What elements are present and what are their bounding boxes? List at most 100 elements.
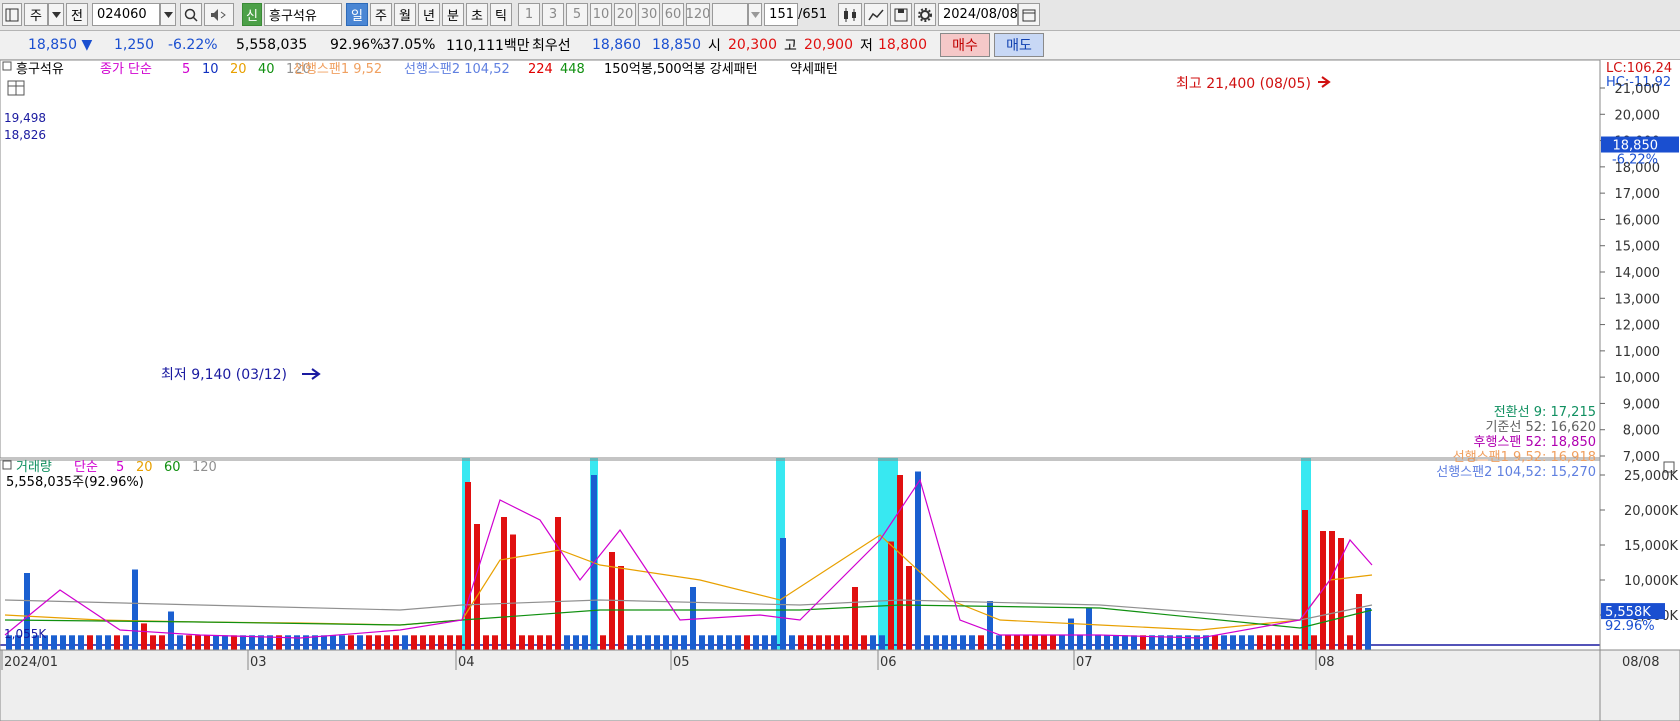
prev-label: 전: [71, 9, 83, 24]
price-tick-label: 16,000: [1615, 213, 1661, 228]
volume-bar: [393, 635, 399, 650]
interval-3-button[interactable]: 3: [542, 3, 564, 26]
chevron-down-icon[interactable]: [160, 3, 176, 26]
volume-legend-ma-60: 60: [164, 460, 181, 475]
volume-tick-label: 10,000K: [1624, 574, 1678, 589]
volume-bar: [618, 566, 624, 650]
period-minute-button[interactable]: 분: [442, 3, 464, 26]
price-tick-label: 12,000: [1615, 319, 1661, 334]
search-icon[interactable]: [180, 3, 202, 26]
interval-30-button[interactable]: 30: [638, 3, 660, 26]
line-chart-icon[interactable]: [864, 3, 888, 26]
chevron-down-icon[interactable]: [48, 3, 64, 26]
volume-legend-ma-5: 5: [116, 460, 124, 475]
period-year-button[interactable]: 년: [418, 3, 440, 26]
save-icon[interactable]: [890, 3, 912, 26]
price-change-pct: -6.22%: [168, 37, 218, 53]
volume-bar: [1248, 635, 1254, 650]
ichimoku-label: 후행스팬 52: 18,850: [1473, 434, 1596, 450]
candle-icon[interactable]: [838, 3, 862, 26]
volume-bar: [96, 635, 102, 650]
interval-120-button[interactable]: 120: [686, 3, 710, 26]
volume-bar: [78, 635, 84, 650]
volume-bar: [1095, 635, 1101, 650]
volume-bar: [1140, 635, 1146, 650]
volume-bar: [951, 635, 957, 650]
volume-bar: [708, 635, 714, 650]
chevron-down-icon[interactable]: [748, 3, 762, 26]
period-day-button[interactable]: 일: [346, 3, 368, 26]
turnover-rate: 37.05%: [382, 37, 436, 53]
volume-bar: [1239, 635, 1245, 650]
volume-value: 5,558,035: [236, 37, 308, 53]
volume-bar: [816, 635, 822, 650]
volume-bar: [798, 635, 804, 650]
interval-10-button[interactable]: 10: [590, 3, 612, 26]
volume-bar: [573, 635, 579, 650]
volume-bar: [132, 569, 138, 650]
x-axis-label: 08: [1318, 655, 1335, 670]
interval-5-button[interactable]: 5: [566, 3, 588, 26]
sell-button[interactable]: 매도: [994, 33, 1044, 57]
period-month-button[interactable]: 월: [394, 3, 416, 26]
volume-bar: [1311, 635, 1317, 650]
best-quote-label: 최우선: [532, 38, 571, 54]
layout-icon[interactable]: [2, 3, 22, 26]
volume-bar: [204, 635, 210, 650]
volume-bar: [1032, 635, 1038, 650]
volume-tick-label: 20,000K: [1624, 504, 1678, 519]
volume-bar: [834, 635, 840, 650]
hline-1-label: 19,498: [4, 111, 46, 125]
volume-bar: [195, 635, 201, 650]
volume-bar: [1077, 635, 1083, 650]
min-price-label: 최저 9,140 (03/12): [161, 367, 287, 383]
ichimoku-label: 선행스팬2 104,52: 15,270: [1436, 464, 1596, 480]
type-select[interactable]: 주: [24, 3, 48, 26]
volume-bar: [1041, 635, 1047, 650]
new-badge: 신: [242, 3, 262, 26]
stock-code-input[interactable]: 024060: [92, 3, 160, 26]
volume-total: 5,558,035주(92.96%): [6, 475, 144, 490]
volume-bar: [519, 635, 525, 650]
volume-bar: [168, 611, 174, 650]
volume-bar: [1059, 635, 1065, 650]
date-input[interactable]: 2024/08/08: [938, 3, 1018, 26]
stock-name-field[interactable]: 흥구석유: [264, 3, 342, 26]
prev-button[interactable]: 전: [66, 3, 88, 26]
interval-1-button[interactable]: 1: [518, 3, 540, 26]
volume-bar: [897, 475, 903, 650]
period-week-button[interactable]: 주: [370, 3, 392, 26]
buy-button[interactable]: 매수: [940, 33, 990, 57]
volume-bar: [186, 635, 192, 650]
volume-bar: [231, 635, 237, 650]
volume-bar: [1257, 635, 1263, 650]
volume-legend-checkbox[interactable]: [2, 460, 12, 470]
interval-60-button[interactable]: 60: [662, 3, 684, 26]
volume-bar: [501, 517, 507, 650]
volume-bar: [330, 635, 336, 650]
volume-bar: [879, 635, 885, 650]
volume-bar: [564, 635, 570, 650]
price-tick-label: 10,000: [1615, 371, 1661, 386]
calendar-icon[interactable]: [1018, 3, 1040, 26]
gear-icon[interactable]: [914, 3, 936, 26]
x-axis-label: 07: [1076, 655, 1093, 670]
low-label: 저: [860, 38, 873, 54]
current-volume-pct-label: 92.96%: [1605, 619, 1655, 634]
period-tick-button[interactable]: 틱: [490, 3, 512, 26]
legend-ma-10: 10: [202, 62, 219, 77]
period-second-button[interactable]: 초: [466, 3, 488, 26]
volume-bar: [60, 635, 66, 650]
interval-custom-input[interactable]: [712, 3, 748, 26]
stock-chart[interactable]: 흥구석유 종가 단순 5 10 20 40 120 선행스팬1 9,52 선행스팬2 1…: [0, 60, 1680, 721]
volume-bar: [528, 635, 534, 650]
volume-bar: [321, 635, 327, 650]
volume-bar: [735, 635, 741, 650]
interval-20-button[interactable]: 20: [614, 3, 636, 26]
volume-bar: [672, 635, 678, 650]
speaker-icon[interactable]: [204, 3, 234, 26]
volume-ma-60: [4, 604, 1373, 629]
count-input[interactable]: 151: [764, 3, 798, 26]
volume-bar: [258, 635, 264, 650]
volume-bar: [375, 635, 381, 650]
